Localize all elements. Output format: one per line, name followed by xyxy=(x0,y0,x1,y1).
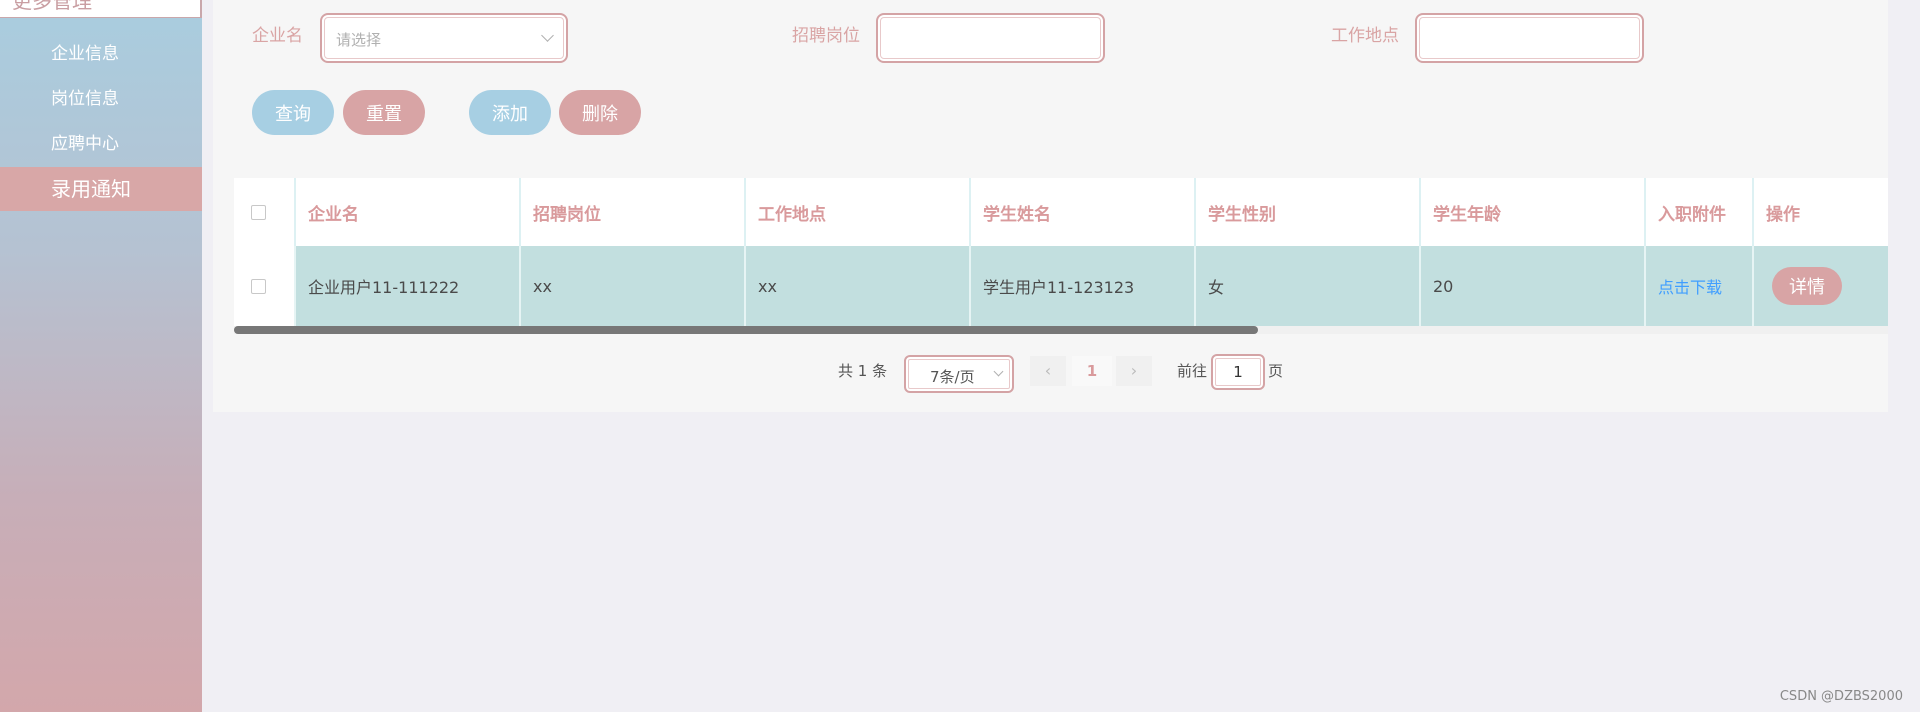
location-filter-label: 工作地点 xyxy=(1331,26,1399,46)
add-button[interactable]: 添加 xyxy=(469,90,551,135)
chevron-down-icon xyxy=(541,29,554,42)
sidebar-header[interactable]: 更多管理 xyxy=(0,0,202,18)
watermark: CSDN @DZBS2000 xyxy=(1779,689,1903,704)
download-link[interactable]: 点击下载 xyxy=(1658,274,1722,298)
header-gender: 学生性别 xyxy=(1196,178,1421,246)
company-filter-label: 企业名 xyxy=(252,26,303,46)
goto-suffix: 页 xyxy=(1268,362,1284,380)
data-table: 企业名 招聘岗位 工作地点 学生姓名 学生性别 学生年龄 入职附件 操作 企业用… xyxy=(234,178,1888,326)
header-select-all xyxy=(234,178,296,246)
header-position: 招聘岗位 xyxy=(521,178,746,246)
cell-attachment: 点击下载 xyxy=(1646,246,1754,326)
current-page[interactable]: 1 xyxy=(1072,356,1112,386)
location-input[interactable] xyxy=(1415,13,1644,63)
prev-page-button[interactable]: ‹ xyxy=(1030,356,1066,386)
header-company: 企业名 xyxy=(296,178,521,246)
query-button[interactable]: 查询 xyxy=(252,90,334,135)
horizontal-scrollbar[interactable] xyxy=(234,326,1888,334)
chevron-down-icon xyxy=(993,366,1004,377)
sidebar: 更多管理 企业信息 岗位信息 应聘中心 录用通知 xyxy=(0,0,202,712)
detail-button[interactable]: 详情 xyxy=(1772,267,1842,305)
page-size-value: 7条/页 xyxy=(930,368,975,386)
page-size-select[interactable]: 7条/页 xyxy=(904,355,1014,393)
select-all-checkbox[interactable] xyxy=(251,204,266,220)
scrollbar-thumb[interactable] xyxy=(234,326,1258,334)
sidebar-item-position-info[interactable]: 岗位信息 xyxy=(0,77,202,121)
header-actions: 操作 xyxy=(1766,204,1800,225)
company-select-placeholder: 请选择 xyxy=(336,31,382,49)
sidebar-item-company-info[interactable]: 企业信息 xyxy=(0,32,202,76)
cell-position: xx xyxy=(521,246,746,326)
row-checkbox[interactable] xyxy=(251,278,266,294)
cell-gender: 女 xyxy=(1196,246,1421,326)
next-page-button[interactable]: › xyxy=(1116,356,1152,386)
cell-age: 20 xyxy=(1421,246,1646,326)
cell-student-name: 学生用户11-123123 xyxy=(971,246,1196,326)
sidebar-item-offer-notice[interactable]: 录用通知 xyxy=(0,167,202,211)
reset-button[interactable]: 重置 xyxy=(343,90,425,135)
header-age: 学生年龄 xyxy=(1421,178,1646,246)
total-count: 共 1 条 xyxy=(838,362,888,380)
header-location: 工作地点 xyxy=(746,178,971,246)
cell-actions: 详情 xyxy=(1754,246,1888,326)
sidebar-item-application-center[interactable]: 应聘中心 xyxy=(0,122,202,166)
cell-location: xx xyxy=(746,246,971,326)
cell-company: 企业用户11-111222 xyxy=(296,246,521,326)
row-select-cell xyxy=(234,246,296,326)
position-filter-label: 招聘岗位 xyxy=(792,26,860,46)
header-attachment: 入职附件 xyxy=(1646,178,1754,246)
table-row: 企业用户11-111222 xx xx 学生用户11-123123 女 20 点… xyxy=(234,246,1888,326)
goto-prefix: 前往 xyxy=(1177,362,1208,380)
company-select[interactable]: 请选择 xyxy=(320,13,568,63)
delete-button[interactable]: 删除 xyxy=(559,90,641,135)
position-input[interactable] xyxy=(876,13,1105,63)
goto-page-input[interactable] xyxy=(1211,354,1265,390)
table-header: 企业名 招聘岗位 工作地点 学生姓名 学生性别 学生年龄 入职附件 操作 xyxy=(234,178,1888,246)
header-student-name: 学生姓名 xyxy=(971,178,1196,246)
